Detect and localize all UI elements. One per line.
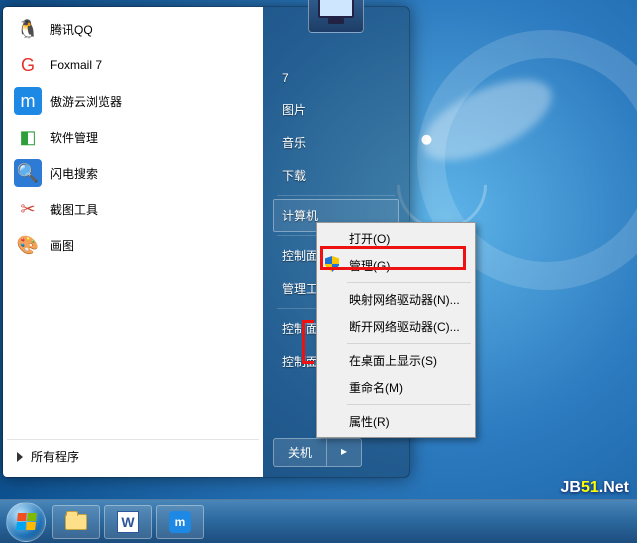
- program-item-0[interactable]: 🐧 腾讯QQ: [7, 11, 259, 47]
- watermark: JB51.Net: [561, 479, 629, 497]
- windows-logo-icon: [16, 513, 37, 530]
- flashsearch-icon: 🔍: [14, 159, 42, 187]
- program-label: 截图工具: [50, 201, 98, 218]
- separator: [347, 404, 471, 405]
- cm-manage[interactable]: 管理(G): [319, 252, 473, 279]
- folder-icon: [65, 514, 87, 530]
- snip-icon: ✂: [14, 195, 42, 223]
- program-item-2[interactable]: m 傲游云浏览器: [7, 83, 259, 119]
- program-item-1[interactable]: G Foxmail 7: [7, 47, 259, 83]
- program-item-6[interactable]: 🎨 画图: [7, 227, 259, 263]
- separator: [277, 195, 395, 196]
- highlight-side: [302, 320, 314, 364]
- program-item-3[interactable]: ◧ 软件管理: [7, 119, 259, 155]
- user-picture[interactable]: [308, 0, 364, 33]
- separator: [347, 282, 471, 283]
- program-item-5[interactable]: ✂ 截图工具: [7, 191, 259, 227]
- program-label: 闪电搜索: [50, 165, 98, 182]
- right-item-pictures[interactable]: 图片: [273, 93, 399, 126]
- right-item-music[interactable]: 音乐: [273, 126, 399, 159]
- taskbar-explorer[interactable]: [52, 505, 100, 539]
- start-menu-left-panel: 🐧 腾讯QQ G Foxmail 7 m 傲游云浏览器 ◧ 软件管理 🔍 闪电搜索 ✂ 截图工具 🎨 画图…: [3, 7, 263, 477]
- cm-rename[interactable]: 重命名(M): [319, 374, 473, 401]
- program-label: 画图: [50, 237, 74, 254]
- cm-properties[interactable]: 属性(R): [319, 408, 473, 435]
- all-programs-button[interactable]: 所有程序: [7, 439, 259, 473]
- computer-context-menu: 打开(O) 管理(G) 映射网络驱动器(N)... 断开网络驱动器(C)... …: [316, 222, 476, 438]
- taskbar-word[interactable]: W: [104, 505, 152, 539]
- maxthon-icon: m: [169, 511, 191, 533]
- separator: [347, 343, 471, 344]
- monitor-icon: [318, 0, 354, 18]
- cm-map-drive[interactable]: 映射网络驱动器(N)...: [319, 286, 473, 313]
- right-item-user[interactable]: 7: [273, 63, 399, 93]
- word-icon: W: [117, 511, 139, 533]
- all-programs-label: 所有程序: [31, 448, 79, 465]
- program-label: 软件管理: [50, 129, 98, 146]
- qq-icon: 🐧: [14, 15, 42, 43]
- taskbar-maxthon[interactable]: m: [156, 505, 204, 539]
- program-label: 腾讯QQ: [50, 21, 93, 38]
- shutdown-label: 关机: [274, 439, 326, 466]
- program-item-4[interactable]: 🔍 闪电搜索: [7, 155, 259, 191]
- foxmail-icon: G: [14, 51, 42, 79]
- maxthon-icon: m: [14, 87, 42, 115]
- arrow-right-icon: [17, 452, 23, 462]
- cm-open[interactable]: 打开(O): [319, 225, 473, 252]
- shutdown-button[interactable]: 关机 ▸: [273, 438, 362, 467]
- program-label: Foxmail 7: [50, 58, 102, 72]
- cm-show-on-desktop[interactable]: 在桌面上显示(S): [319, 347, 473, 374]
- right-item-downloads[interactable]: 下载: [273, 159, 399, 192]
- taskbar: W m: [0, 499, 637, 543]
- start-button[interactable]: [6, 502, 46, 542]
- uac-shield-icon: [325, 256, 339, 272]
- shutdown-options-arrow[interactable]: ▸: [326, 439, 361, 466]
- program-label: 傲游云浏览器: [50, 93, 122, 110]
- softmgr-icon: ◧: [14, 123, 42, 151]
- paint-icon: 🎨: [14, 231, 42, 259]
- cm-disconnect-drive[interactable]: 断开网络驱动器(C)...: [319, 313, 473, 340]
